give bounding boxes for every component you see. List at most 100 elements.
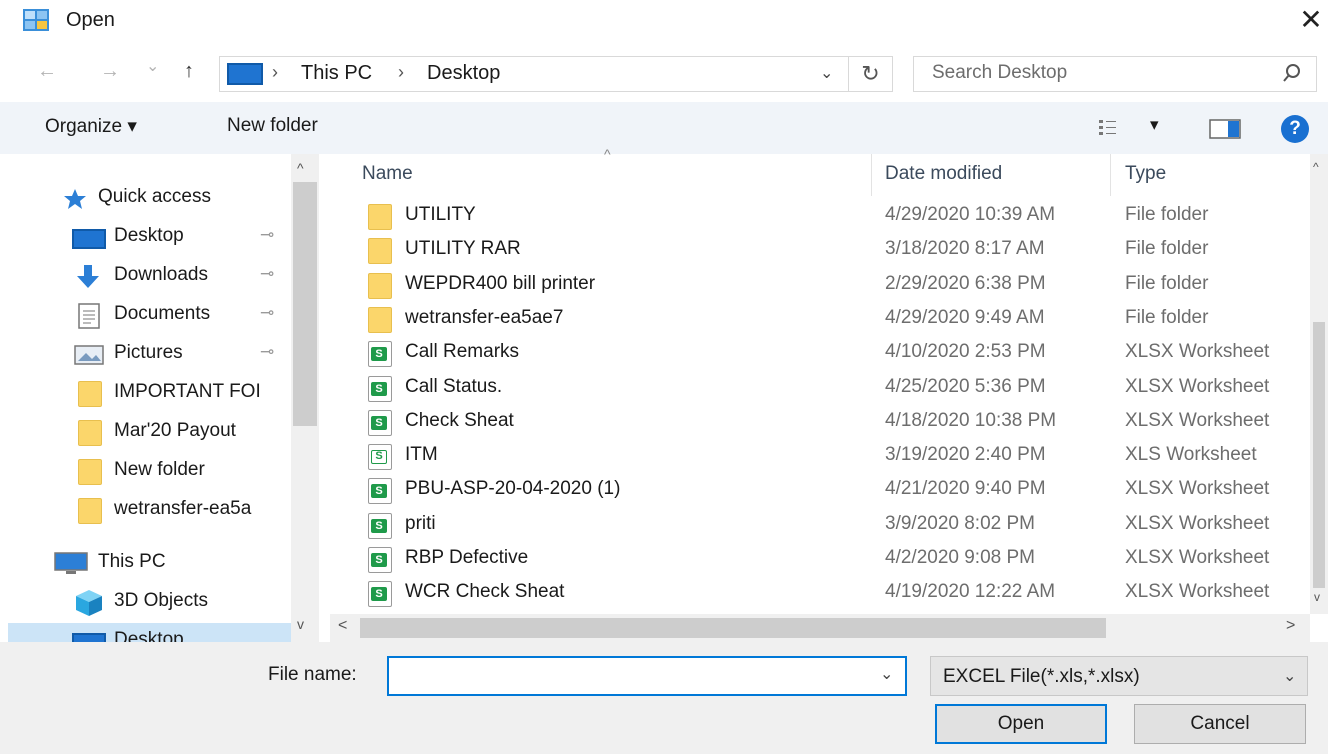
preview-pane-icon[interactable] bbox=[1209, 119, 1241, 139]
up-arrow-icon[interactable]: ↑ bbox=[184, 60, 194, 83]
scrollbar-thumb[interactable] bbox=[1313, 322, 1325, 588]
scrollbar-thumb[interactable] bbox=[360, 618, 1106, 638]
navigation-scrollbar[interactable]: ^ v bbox=[291, 154, 319, 642]
address-bar[interactable]: › This PC › Desktop ⌄ bbox=[219, 56, 849, 92]
new-folder-button[interactable]: New folder bbox=[227, 115, 318, 137]
file-list-horizontal-scrollbar[interactable]: < > bbox=[330, 614, 1310, 642]
scroll-down-icon[interactable]: v bbox=[297, 616, 304, 632]
file-row[interactable]: S PBU-ASP-20-04-2020 (1) 4/21/2020 9:40 PM… bbox=[350, 474, 1310, 508]
file-row[interactable]: S Call Status. 4/25/2020 5:36 PM XLSX Works… bbox=[350, 372, 1310, 406]
file-type: File folder bbox=[1125, 306, 1209, 328]
file-type: XLSX Worksheet bbox=[1125, 375, 1270, 397]
refresh-icon[interactable]: ↻ bbox=[849, 56, 893, 92]
file-row[interactable]: wetransfer-ea5ae7 4/29/2020 9:49 AM File f… bbox=[350, 303, 1310, 337]
address-dropdown-icon[interactable]: ⌄ bbox=[820, 63, 833, 83]
file-date-modified: 3/18/2020 8:17 AM bbox=[885, 238, 1045, 260]
sidebar-item-wetransfer[interactable]: wetransfer-ea5a bbox=[0, 492, 300, 528]
column-header-label: Name bbox=[362, 163, 413, 184]
excel-file-icon: S bbox=[368, 547, 392, 573]
organize-button[interactable]: Organize ▾ bbox=[45, 115, 137, 138]
file-name: Check Sheat bbox=[405, 409, 514, 431]
folder-icon bbox=[368, 306, 392, 333]
file-row[interactable]: WEPDR400 bill printer 2/29/2020 6:38 PM Fi… bbox=[350, 269, 1310, 303]
view-options-icon[interactable] bbox=[1098, 118, 1132, 138]
file-name-input[interactable] bbox=[387, 656, 907, 696]
sidebar-item-new-folder[interactable]: New folder bbox=[0, 453, 300, 489]
file-date-modified: 4/25/2020 5:36 PM bbox=[885, 375, 1046, 397]
folder-icon bbox=[78, 420, 102, 446]
pictures-icon bbox=[74, 345, 104, 365]
breadcrumb-separator: › bbox=[398, 62, 404, 82]
sidebar-item-label: This PC bbox=[98, 551, 166, 572]
file-row[interactable]: UTILITY 4/29/2020 10:39 AM File folder bbox=[350, 200, 1310, 234]
search-placeholder: Search Desktop bbox=[932, 62, 1068, 83]
scroll-up-icon[interactable]: ^ bbox=[297, 160, 304, 176]
file-type: File folder bbox=[1125, 272, 1209, 294]
folder-icon bbox=[78, 381, 102, 407]
column-header-date[interactable]: Date modified bbox=[872, 154, 1110, 196]
sidebar-item-documents[interactable]: Documents ⊸ bbox=[0, 297, 300, 333]
sidebar-item-important-folder[interactable]: IMPORTANT FOI bbox=[0, 375, 300, 411]
sidebar-item-label: Desktop bbox=[114, 225, 184, 246]
file-row[interactable]: Spriti 3/9/2020 8:02 PM XLSX Worksheet bbox=[350, 509, 1310, 543]
close-icon[interactable]: ✕ bbox=[1296, 4, 1326, 36]
file-row[interactable]: S ITM 3/19/2020 2:40 PM XLS Worksheet bbox=[350, 440, 1310, 474]
file-name: RBP Defective bbox=[405, 547, 529, 568]
file-date-modified: 4/18/2020 10:38 PM bbox=[885, 409, 1057, 431]
breadcrumb-this-pc[interactable]: This PC bbox=[301, 62, 372, 85]
search-input[interactable]: Search Desktop bbox=[913, 56, 1317, 92]
excel-file-icon: S bbox=[368, 341, 392, 368]
column-header-label: Date modified bbox=[885, 163, 1003, 184]
scrollbar-thumb[interactable] bbox=[293, 182, 317, 426]
sidebar-item-pictures[interactable]: Pictures ⊸ bbox=[0, 336, 300, 372]
column-header-type[interactable]: Type bbox=[1111, 154, 1309, 196]
sidebar-item-label: New folder bbox=[114, 459, 205, 480]
file-date-modified: 4/29/2020 10:39 AM bbox=[885, 204, 1056, 225]
folder-icon bbox=[78, 459, 102, 485]
file-list-vertical-scrollbar[interactable]: ^ v bbox=[1310, 154, 1328, 614]
sidebar-item-label: Documents bbox=[114, 303, 211, 324]
cancel-button[interactable]: Cancel bbox=[1134, 704, 1306, 744]
sidebar-item-desktop-selected[interactable]: Desktop bbox=[8, 623, 291, 642]
scroll-left-icon[interactable]: < bbox=[338, 617, 347, 635]
download-icon bbox=[77, 265, 99, 288]
scroll-down-icon[interactable]: v bbox=[1314, 590, 1320, 604]
desktop-icon bbox=[72, 633, 106, 642]
column-header-name[interactable]: Name bbox=[350, 154, 870, 196]
file-row[interactable]: S RBP Defective 4/2/2020 9:08 PM XLSX Works… bbox=[350, 543, 1310, 577]
file-type-value: EXCEL File(*.xls,*.xlsx) bbox=[943, 666, 1140, 687]
sidebar-item-3d-objects[interactable]: 3D Objects bbox=[0, 584, 300, 620]
breadcrumb-desktop[interactable]: Desktop bbox=[427, 62, 500, 85]
file-row[interactable]: S Check Sheat 4/18/2020 10:38 PM XLSX Works… bbox=[350, 406, 1310, 440]
excel-badge: S bbox=[371, 484, 387, 499]
help-icon[interactable]: ? bbox=[1281, 115, 1309, 143]
excel-badge: S bbox=[371, 587, 387, 602]
sidebar-item-this-pc[interactable]: This PC bbox=[0, 545, 300, 581]
file-date-modified: 4/10/2020 2:53 PM bbox=[885, 341, 1046, 363]
file-row[interactable]: S WCR Check Sheat 4/19/2020 12:22 AM XLSX W… bbox=[350, 577, 1310, 611]
view-dropdown-icon[interactable]: ▾ bbox=[1150, 115, 1159, 135]
sidebar-item-quick-access[interactable]: Quick access bbox=[0, 180, 300, 216]
sidebar-item-downloads[interactable]: Downloads ⊸ bbox=[0, 258, 300, 294]
forward-arrow-icon[interactable]: → bbox=[100, 60, 120, 83]
scroll-right-icon[interactable]: > bbox=[1286, 617, 1295, 635]
file-row[interactable]: UTILITY RAR 3/18/2020 8:17 AM File folder bbox=[350, 234, 1310, 268]
file-row[interactable]: S Call Remarks 4/10/2020 2:53 PM XLSX Works… bbox=[350, 337, 1310, 371]
file-date-modified: 4/21/2020 9:40 PM bbox=[885, 478, 1046, 500]
sidebar-item-mar20-payout[interactable]: Mar'20 Payout bbox=[0, 414, 300, 450]
file-type: File folder bbox=[1125, 204, 1209, 225]
scroll-up-icon[interactable]: ^ bbox=[1313, 160, 1319, 174]
open-button[interactable]: Open bbox=[935, 704, 1107, 744]
back-arrow-icon[interactable]: ← bbox=[37, 60, 57, 83]
column-header-label: Type bbox=[1125, 163, 1167, 184]
pin-icon: ⊸ bbox=[260, 303, 275, 322]
sidebar-item-desktop[interactable]: Desktop ⊸ bbox=[0, 219, 300, 255]
sidebar-item-label: Pictures bbox=[114, 342, 183, 363]
file-type-select[interactable]: EXCEL File(*.xls,*.xlsx) ⌄ bbox=[930, 656, 1308, 696]
recent-locations-icon[interactable]: ⌄ bbox=[146, 56, 159, 76]
file-name: WEPDR400 bill printer bbox=[405, 272, 596, 294]
excel-file-icon: S bbox=[368, 375, 392, 402]
file-name-dropdown-icon[interactable]: ⌄ bbox=[880, 664, 893, 684]
excel-file-icon: S bbox=[368, 444, 392, 471]
file-date-modified: 4/19/2020 12:22 AM bbox=[885, 581, 1056, 603]
